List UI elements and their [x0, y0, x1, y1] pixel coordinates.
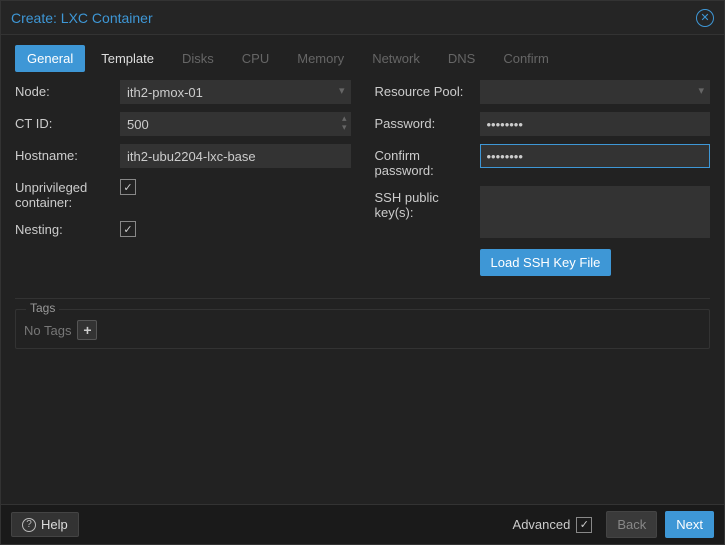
- tags-fieldset: Tags No Tags +: [15, 309, 710, 349]
- tab-cpu: CPU: [230, 45, 281, 72]
- advanced-toggle[interactable]: Advanced ✓: [513, 517, 593, 533]
- tab-confirm: Confirm: [491, 45, 561, 72]
- divider: [15, 298, 710, 299]
- form-columns: Node: ▾ CT ID: ▴▾: [15, 80, 710, 284]
- field-resource-pool: Resource Pool: ▾: [375, 80, 711, 104]
- add-tag-button[interactable]: +: [77, 320, 97, 340]
- tags-empty-label: No Tags: [24, 323, 71, 338]
- ssh-keys-label: SSH public key(s):: [375, 186, 480, 220]
- field-password: Password:: [375, 112, 711, 136]
- help-label: Help: [41, 517, 68, 532]
- field-hostname: Hostname:: [15, 144, 351, 168]
- field-node: Node: ▾: [15, 80, 351, 104]
- hostname-input[interactable]: [120, 144, 351, 168]
- resource-pool-label: Resource Pool:: [375, 80, 480, 99]
- field-ssh-keys: SSH public key(s):: [375, 186, 711, 241]
- tags-body: No Tags +: [24, 320, 701, 340]
- tab-disks: Disks: [170, 45, 226, 72]
- unprivileged-label: Unprivileged container:: [15, 176, 120, 210]
- ssh-keys-textarea[interactable]: [480, 186, 711, 238]
- field-confirm-password: Confirm password:: [375, 144, 711, 178]
- node-label: Node:: [15, 80, 120, 99]
- advanced-label: Advanced: [513, 517, 571, 532]
- back-button[interactable]: Back: [606, 511, 657, 538]
- resource-pool-select[interactable]: [480, 80, 711, 104]
- nesting-checkbox[interactable]: ✓: [120, 221, 136, 237]
- tab-dns: DNS: [436, 45, 487, 72]
- ctid-label: CT ID:: [15, 112, 120, 131]
- field-nesting: Nesting: ✓: [15, 218, 351, 242]
- password-label: Password:: [375, 112, 480, 131]
- password-input[interactable]: [480, 112, 711, 136]
- help-button[interactable]: ? Help: [11, 512, 79, 537]
- node-select[interactable]: [120, 80, 351, 104]
- left-column: Node: ▾ CT ID: ▴▾: [15, 80, 351, 284]
- field-ctid: CT ID: ▴▾: [15, 112, 351, 136]
- field-load-ssh: Load SSH Key File: [375, 249, 711, 276]
- titlebar: Create: LXC Container ✕: [1, 1, 724, 35]
- plus-icon: +: [83, 322, 91, 338]
- help-icon: ?: [22, 518, 36, 532]
- load-ssh-key-button[interactable]: Load SSH Key File: [480, 249, 612, 276]
- confirm-password-label: Confirm password:: [375, 144, 480, 178]
- dialog-body: Node: ▾ CT ID: ▴▾: [1, 80, 724, 504]
- hostname-label: Hostname:: [15, 144, 120, 163]
- nesting-label: Nesting:: [15, 218, 120, 237]
- unprivileged-checkbox[interactable]: ✓: [120, 179, 136, 195]
- confirm-password-input[interactable]: [480, 144, 711, 168]
- ctid-input[interactable]: [120, 112, 351, 136]
- field-unprivileged: Unprivileged container: ✓: [15, 176, 351, 210]
- dialog-footer: ? Help Advanced ✓ Back Next: [1, 504, 724, 544]
- tab-template[interactable]: Template: [89, 45, 166, 72]
- tab-strip: General Template Disks CPU Memory Networ…: [1, 35, 724, 80]
- tab-network: Network: [360, 45, 432, 72]
- right-column: Resource Pool: ▾ Password: Con: [375, 80, 711, 284]
- tab-general[interactable]: General: [15, 45, 85, 72]
- window-title: Create: LXC Container: [11, 10, 696, 26]
- tab-memory: Memory: [285, 45, 356, 72]
- close-button[interactable]: ✕: [696, 9, 714, 27]
- close-icon: ✕: [700, 11, 709, 24]
- tags-legend: Tags: [26, 301, 59, 315]
- dialog-window: Create: LXC Container ✕ General Template…: [0, 0, 725, 545]
- next-button[interactable]: Next: [665, 511, 714, 538]
- advanced-checkbox[interactable]: ✓: [576, 517, 592, 533]
